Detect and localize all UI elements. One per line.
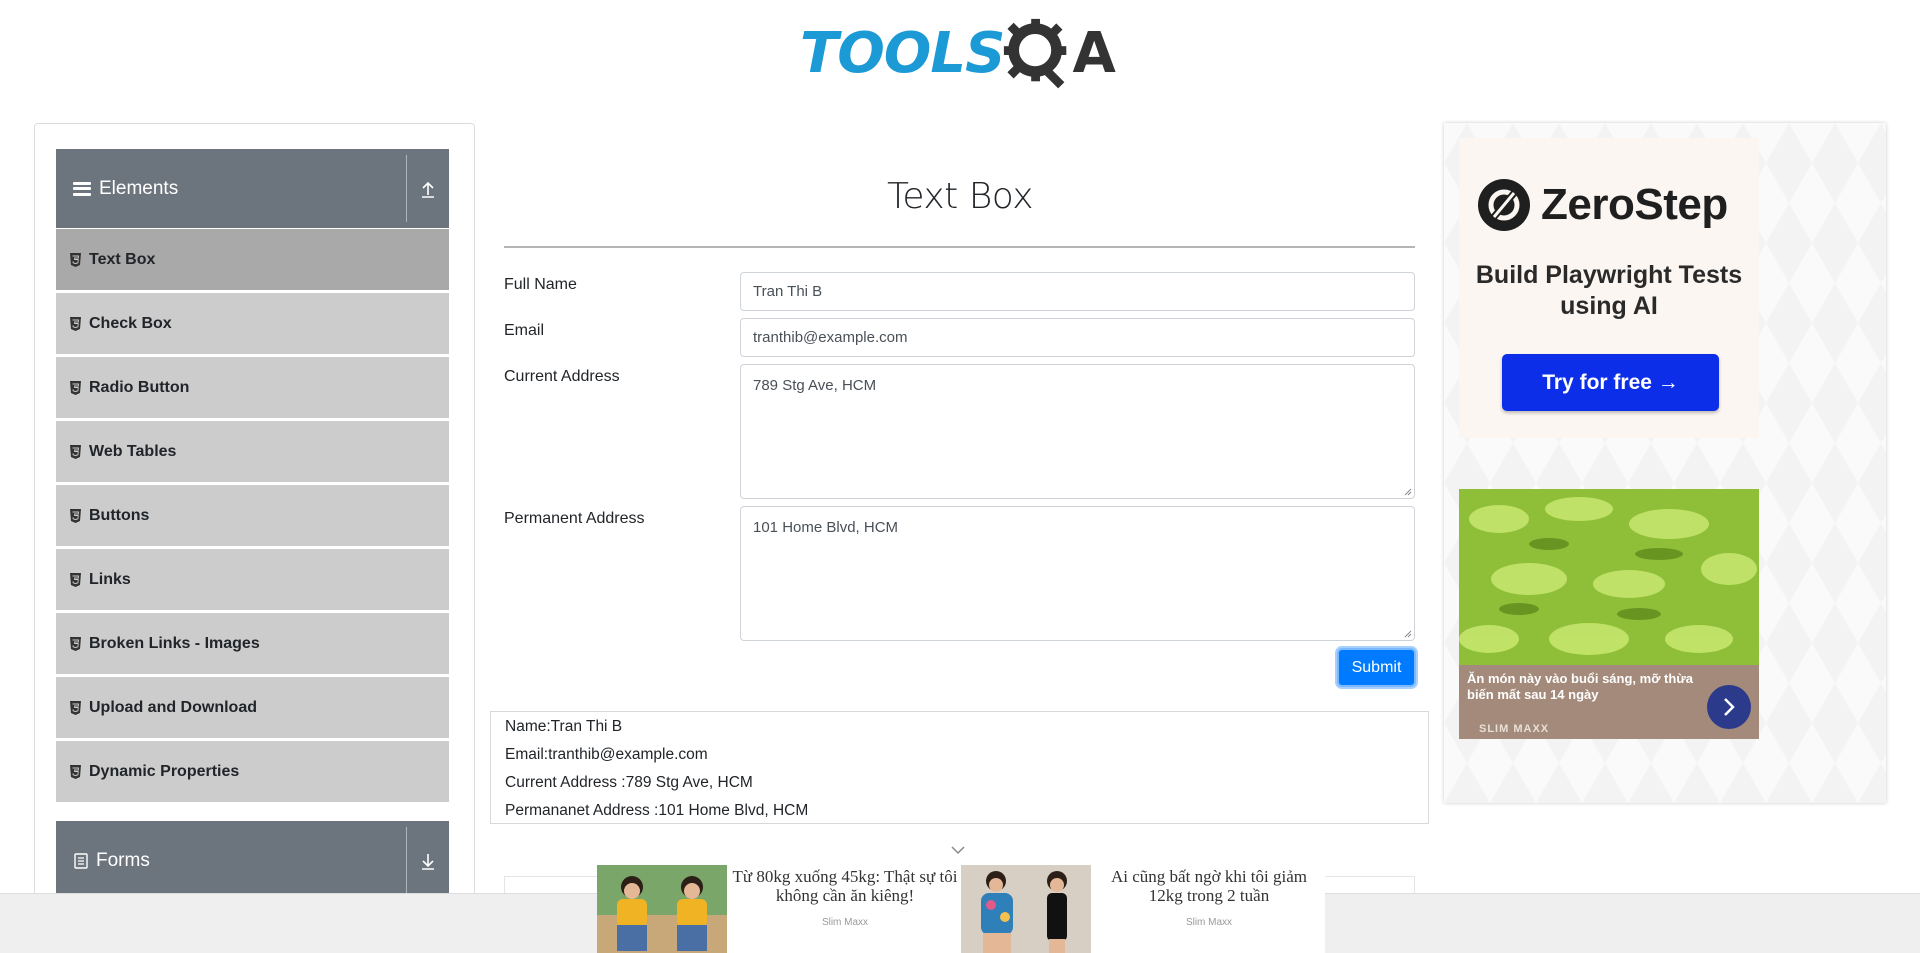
sidebar-item-label: Links [89,570,131,588]
resize-grip-icon[interactable] [1404,488,1412,496]
html5-icon [70,252,81,267]
logo-tools-text: TOOLS [800,21,1005,86]
food-ad-brand: SLIM MAXX [1479,723,1550,735]
current-address-value: 789 Stg Ave, HCM [753,377,877,394]
group-header-elements[interactable]: Elements [56,149,449,228]
header: TOOLS A [0,0,1920,110]
title-divider [504,246,1415,248]
bitter-melon-image [1459,489,1759,665]
page-title: Text Box [886,176,1034,217]
sidebar-item-label: Web Tables [89,442,177,460]
output-email: Email:tranthib@example.com [505,746,708,763]
toolsqa-logo[interactable]: TOOLS A [800,14,1125,94]
try-for-free-button[interactable]: Try for free → [1502,354,1719,411]
food-ad-text: Ăn món này vào buổi sáng, mỡ thừa biến m… [1467,671,1693,702]
bottom-ad-text-1: Từ 80kg xuống 45kg: Thật sự tôi không cầ… [732,867,958,905]
email-value: tranthib@example.com [753,329,908,346]
group-header-forms[interactable]: Forms [56,821,449,900]
email-input[interactable]: tranthib@example.com [740,318,1415,357]
current-address-label: Current Address [504,368,620,385]
right-ad-panel: ZeroStep Build Playwright Tests using AI… [1444,123,1886,803]
before-after-photo [961,865,1091,953]
resize-grip-icon[interactable] [1404,630,1412,638]
sidebar-item-label: Buttons [89,506,150,524]
sidebar-item-broken-links-images[interactable]: Broken Links - Images [56,613,449,675]
zerostep-brand: ZeroStep [1541,180,1728,229]
full-name-input[interactable]: Tran Thi B [740,272,1415,311]
food-image [1459,489,1759,665]
permanent-address-textarea[interactable]: 101 Home Blvd, HCM [740,506,1415,641]
sidebar-item-label: Check Box [89,314,172,332]
sidebar-item-label: Dynamic Properties [89,762,240,780]
document-icon [74,852,88,869]
permanent-address-label: Permanent Address [504,510,645,527]
sidebar-item-label: Text Box [89,250,156,268]
html5-icon [70,380,81,395]
before-after-photo [597,865,727,953]
sidebar-item-check-box[interactable]: Check Box [56,293,449,355]
output-box: Name:Tran Thi B Email:tranthib@example.c… [490,711,1429,824]
bottom-ad-text-2: Ai cũng bất ngờ khi tôi giảm 12kg trong … [1111,867,1307,905]
html5-icon [70,508,81,523]
current-address-textarea[interactable]: 789 Stg Ave, HCM [740,364,1415,499]
html5-icon [70,764,81,779]
chevron-down-icon[interactable] [950,845,966,855]
full-name-label: Full Name [504,276,577,293]
sidebar-item-buttons[interactable]: Buttons [56,485,449,547]
gear-magnifier-icon [1004,18,1067,89]
group-title-forms: Forms [96,849,150,871]
email-label: Email [504,322,545,339]
sidebar-item-upload-and-download[interactable]: Upload and Download [56,677,449,739]
output-permanent-address: Permananet Address :101 Home Blvd, HCM [505,802,809,819]
output-current-address: Current Address :789 Stg Ave, HCM [505,774,753,791]
sidebar-item-radio-button[interactable]: Radio Button [56,357,449,419]
hamburger-icon [73,181,91,196]
chevron-right-icon [1724,698,1735,716]
bottom-ad-item-1[interactable]: Từ 80kg xuống 45kg: Thật sự tôi không cầ… [597,865,961,953]
sidebar-item-dynamic-properties[interactable]: Dynamic Properties [56,741,449,803]
bottom-ad-brand-1: Slim Maxx [821,917,869,928]
group-title-elements: Elements [99,177,179,199]
collapse-arrow-icon[interactable] [415,176,441,202]
group-divider [406,827,407,894]
food-caption: Ăn món này vào buổi sáng, mỡ thừa biến m… [1459,665,1759,739]
left-panel: Elements Text Box Check Box Radio Button… [34,123,475,953]
bottom-ad-brand-2: Slim Maxx [1185,917,1233,928]
bottom-ad-item-2[interactable]: Ai cũng bất ngờ khi tôi giảm 12kg trong … [961,865,1325,953]
sidebar-item-links[interactable]: Links [56,549,449,611]
html5-icon [70,316,81,331]
sidebar-item-label: Broken Links - Images [89,634,260,652]
permanent-address-value: 101 Home Blvd, HCM [753,519,899,536]
output-name: Name:Tran Thi B [505,718,623,735]
zerostep-mark-icon [1478,179,1530,231]
html5-icon [70,572,81,587]
sidebar-item-label: Upload and Download [89,698,257,716]
html5-icon [70,700,81,715]
zerostep-tagline: Build Playwright Tests using AI [1475,261,1743,320]
next-arrow-button[interactable] [1707,685,1751,729]
sidebar-item-label: Radio Button [89,378,190,396]
bottom-ad[interactable]: Từ 80kg xuống 45kg: Thật sự tôi không cầ… [597,865,1325,953]
html5-icon [70,444,81,459]
full-name-value: Tran Thi B [753,283,823,300]
group-divider [406,155,407,222]
sidebar-item-web-tables[interactable]: Web Tables [56,421,449,483]
html5-icon [70,636,81,651]
zerostep-ad[interactable]: ZeroStep Build Playwright Tests using AI… [1459,138,1759,438]
sidebar-item-text-box[interactable]: Text Box [56,229,449,291]
expand-arrow-icon[interactable] [415,848,441,874]
submit-button[interactable]: Submit [1337,648,1416,687]
logo-a-text: A [1072,21,1116,86]
zerostep-logo: ZeroStep [1477,178,1728,232]
food-ad[interactable]: Ăn món này vào buổi sáng, mỡ thừa biến m… [1459,489,1759,739]
